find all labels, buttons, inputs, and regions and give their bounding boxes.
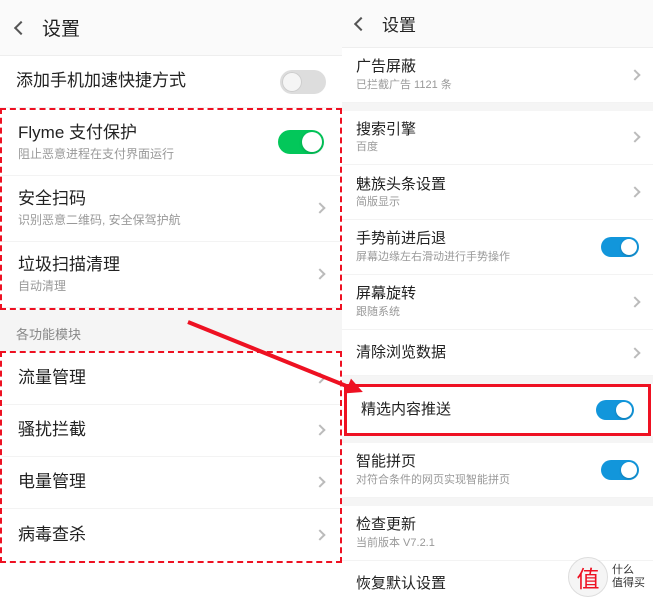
featured-toggle[interactable] <box>596 400 634 420</box>
junk-clean-row[interactable]: 垃圾扫描清理 自动清理 <box>2 242 340 308</box>
adblock-row[interactable]: 广告屏蔽 已拦截广告 1121 条 <box>342 48 653 103</box>
chevron-right-icon <box>629 187 640 198</box>
chevron-right-icon <box>314 529 325 540</box>
left-highlight-1: Flyme 支付保护 阻止恶意进程在支付界面运行 安全扫码 识别恶意二维码, 安… <box>0 108 342 310</box>
adblock-sub: 已拦截广告 1121 条 <box>356 78 621 93</box>
smart-toggle[interactable] <box>601 460 639 480</box>
featured-push-row[interactable]: 精选内容推送 <box>347 387 648 433</box>
adblock-title: 广告屏蔽 <box>356 57 621 77</box>
virus-row[interactable]: 病毒查杀 <box>2 509 340 561</box>
safe-scan-sub: 识别恶意二维码, 安全保驾护航 <box>18 212 306 229</box>
gesture-toggle[interactable] <box>601 237 639 257</box>
watermark: 值 什么 值得买 <box>568 557 645 597</box>
chevron-right-icon <box>629 132 640 143</box>
chevron-right-icon <box>314 425 325 436</box>
check-update-row[interactable]: 检查更新 当前版本 V7.2.1 <box>342 506 653 561</box>
watermark-char: 值 <box>577 560 600 594</box>
back-icon[interactable] <box>14 20 28 34</box>
chevron-right-icon <box>314 477 325 488</box>
search-engine-row[interactable]: 搜索引擎 百度 <box>342 111 653 166</box>
add-shortcut-toggle[interactable] <box>280 70 326 94</box>
safe-scan-row[interactable]: 安全扫码 识别恶意二维码, 安全保驾护航 <box>2 176 340 242</box>
safe-scan-title: 安全扫码 <box>18 188 306 210</box>
smart-page-row[interactable]: 智能拼页 对符合条件的网页实现智能拼页 <box>342 443 653 498</box>
spam-row[interactable]: 骚扰拦截 <box>2 405 340 457</box>
junk-clean-sub: 自动清理 <box>18 278 306 295</box>
chevron-right-icon <box>314 203 325 214</box>
left-title: 设置 <box>42 14 80 41</box>
gesture-row[interactable]: 手势前进后退 屏幕边缘左右滑动进行手势操作 <box>342 220 653 275</box>
chevron-right-icon <box>314 269 325 280</box>
chevron-right-icon <box>629 347 640 358</box>
left-highlight-2: 流量管理 骚扰拦截 电量管理 病毒查杀 <box>0 351 342 563</box>
flyme-pay-toggle[interactable] <box>278 130 324 154</box>
section-label: 各功能模块 <box>0 310 342 351</box>
chevron-right-icon <box>629 69 640 80</box>
clear-data-row[interactable]: 清除浏览数据 <box>342 330 653 376</box>
right-header: 设置 <box>342 0 653 48</box>
left-panel: 设置 添加手机加速快捷方式 Flyme 支付保护 阻止恶意进程在支付界面运行 安… <box>0 0 342 607</box>
meizu-news-row[interactable]: 魅族头条设置 简版显示 <box>342 165 653 220</box>
right-panel: 设置 广告屏蔽 已拦截广告 1121 条 搜索引擎 百度 魅族头条设置 简版显示… <box>342 0 653 607</box>
chevron-right-icon <box>629 297 640 308</box>
right-title: 设置 <box>382 11 416 36</box>
flyme-pay-sub: 阻止恶意进程在支付界面运行 <box>18 146 278 163</box>
featured-highlight: 精选内容推送 <box>344 384 651 436</box>
add-shortcut-row[interactable]: 添加手机加速快捷方式 <box>0 56 342 108</box>
add-shortcut-label: 添加手机加速快捷方式 <box>16 70 280 92</box>
battery-row[interactable]: 电量管理 <box>2 457 340 509</box>
flyme-pay-title: Flyme 支付保护 <box>18 122 278 144</box>
flyme-pay-row[interactable]: Flyme 支付保护 阻止恶意进程在支付界面运行 <box>2 110 340 176</box>
rotation-row[interactable]: 屏幕旋转 跟随系统 <box>342 275 653 330</box>
back-icon[interactable] <box>354 16 368 30</box>
left-header: 设置 <box>0 0 342 56</box>
junk-clean-title: 垃圾扫描清理 <box>18 254 306 276</box>
watermark-logo-icon: 值 <box>568 557 608 597</box>
